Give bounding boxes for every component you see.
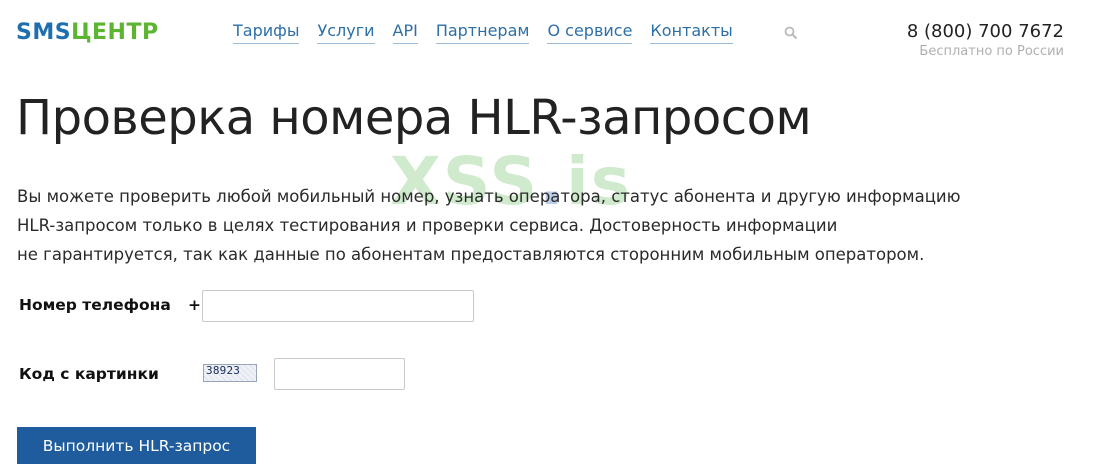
captcha-text: 38923 xyxy=(206,364,241,377)
main-nav: Тарифы Услуги API Партнерам О сервисе Ко… xyxy=(233,20,733,44)
phone-label: Номер телефона xyxy=(19,296,171,314)
phone-input[interactable] xyxy=(202,290,474,322)
logo[interactable]: SMSЦЕНТР xyxy=(16,19,159,47)
description-line: HLR-запросом только в целях тестирования… xyxy=(17,216,838,235)
nav-item-contacts[interactable]: Контакты xyxy=(650,20,733,44)
submit-hlr-button[interactable]: Выполнить HLR-запрос xyxy=(17,427,256,464)
description-line: Вы можете проверить любой мобильный номе… xyxy=(17,187,961,206)
nav-item-tariffs[interactable]: Тарифы xyxy=(233,20,300,44)
captcha-label: Код с картинки xyxy=(19,365,159,383)
captcha-image[interactable]: 38923 xyxy=(203,364,257,382)
logo-sms: SMS xyxy=(16,20,72,45)
search-icon-svg xyxy=(784,26,798,40)
phone-note: Бесплатно по России xyxy=(919,44,1064,59)
description: Вы можете проверить любой мобильный номе… xyxy=(17,182,1017,269)
phone-number[interactable]: 8 (800) 700 7672 xyxy=(907,20,1064,44)
nav-item-api[interactable]: API xyxy=(392,20,418,44)
header-phone-block: 8 (800) 700 7672 Бесплатно по России xyxy=(907,20,1064,60)
captcha-input[interactable] xyxy=(274,358,405,390)
search-icon[interactable] xyxy=(784,26,798,40)
nav-item-partners[interactable]: Партнерам xyxy=(435,20,530,44)
nav-item-services[interactable]: Услуги xyxy=(317,20,375,44)
logo-center: ЦЕНТР xyxy=(71,20,159,45)
nav-item-about[interactable]: О сервисе xyxy=(547,20,633,44)
page: SMSЦЕНТР Тарифы Услуги API Партнерам О с… xyxy=(0,0,1095,470)
description-line: не гарантируется, так как данные по абон… xyxy=(17,245,925,264)
page-title: Проверка номера HLR-запросом xyxy=(16,90,812,146)
phone-prefix: + xyxy=(188,296,201,314)
